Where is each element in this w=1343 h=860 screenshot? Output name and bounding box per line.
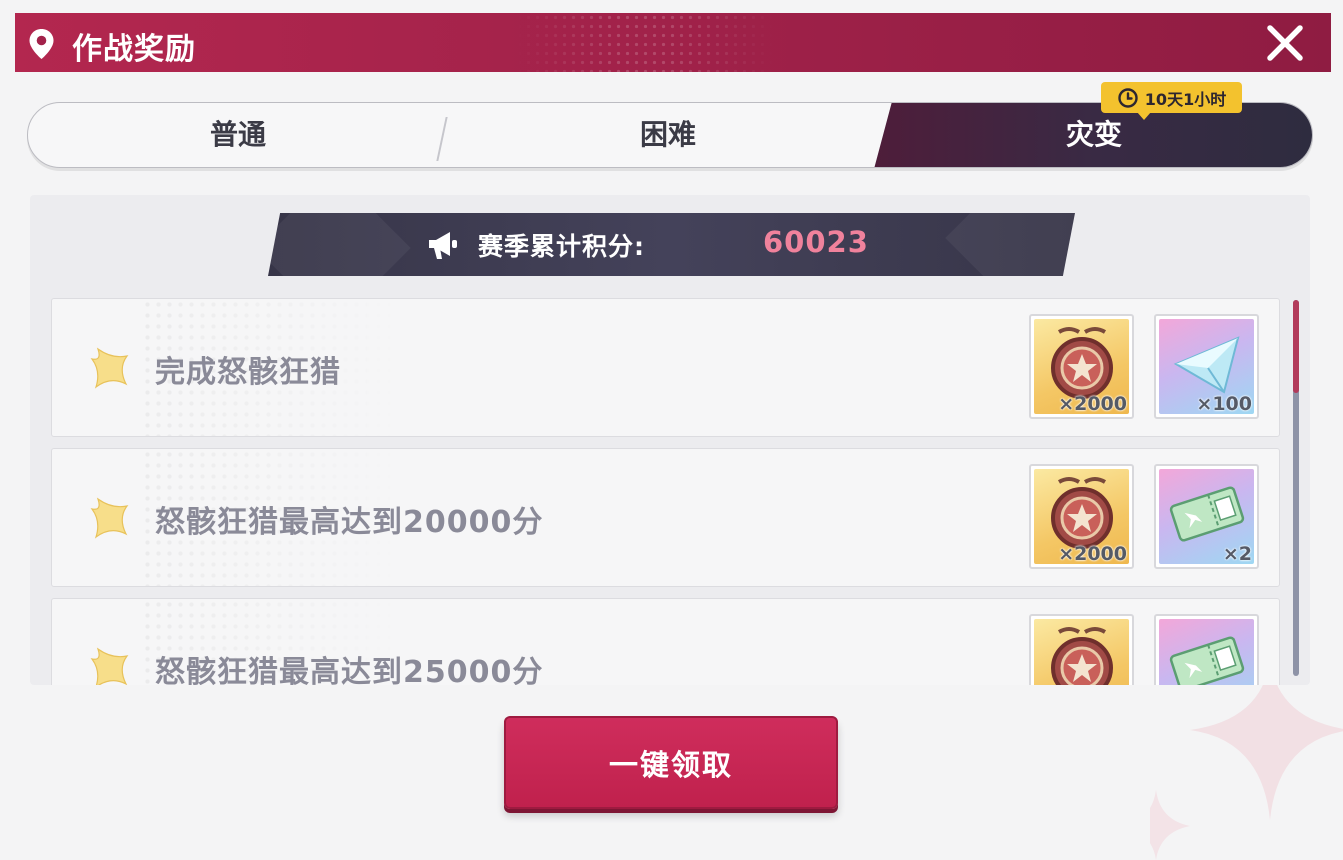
page-title: 作战奖励: [72, 32, 196, 67]
ticket-icon: [1169, 636, 1245, 685]
tab-hard[interactable]: 困难: [448, 103, 888, 167]
countdown-text: 10天1小时: [1144, 89, 1227, 109]
task-row: 怒骸狂猎最高达到20000分 ×2000 ×2: [51, 448, 1280, 587]
claim-all-button[interactable]: 一键领取: [504, 716, 838, 809]
reward-quantity: ×2000: [1058, 543, 1127, 565]
task-row: 怒骸狂猎最高达到25000分: [51, 598, 1280, 685]
header-pattern: [515, 13, 775, 72]
season-score-label: 赛季累计积分:: [478, 232, 645, 261]
banner-decoration: [268, 213, 411, 276]
task-list[interactable]: 完成怒骸狂猎 ×2000 ×100 怒骸狂猎最高达到20000分 ×2000 ×…: [51, 298, 1281, 685]
reward-item[interactable]: ×2: [1154, 464, 1259, 569]
star-icon: [90, 647, 129, 685]
reward-item[interactable]: [1029, 614, 1134, 685]
reward-item[interactable]: ×100: [1154, 314, 1259, 419]
task-row: 完成怒骸狂猎 ×2000 ×100: [51, 298, 1280, 437]
star-icon: [90, 347, 129, 389]
countdown-badge: 10天1小时: [1101, 82, 1242, 120]
megaphone-icon: [429, 232, 457, 259]
reward-quantity: ×100: [1196, 393, 1252, 415]
season-score-value: 60023: [763, 225, 869, 259]
title-bar: 作战奖励: [15, 13, 1331, 72]
location-pin-icon: [29, 29, 54, 59]
scrollbar-thumb[interactable]: [1293, 300, 1299, 393]
reward-item[interactable]: ×2000: [1029, 314, 1134, 419]
clock-icon: [1118, 87, 1138, 108]
medal-coin-icon: [1051, 327, 1113, 399]
reward-quantity: ×2: [1222, 543, 1252, 565]
star-icon: [90, 497, 129, 539]
crystal-icon: [1173, 336, 1240, 394]
reward-item[interactable]: ×2000: [1029, 464, 1134, 569]
reward-quantity: ×2000: [1058, 393, 1127, 415]
background-sparkle-icon: [1150, 660, 1343, 860]
season-score-banner: 赛季累计积分: 60023: [268, 213, 1075, 276]
banner-decoration: [945, 213, 1075, 276]
task-title: 完成怒骸狂猎: [155, 355, 341, 390]
task-title: 怒骸狂猎最高达到20000分: [155, 505, 544, 540]
medal-coin-icon: [1051, 627, 1113, 685]
medal-coin-icon: [1051, 477, 1113, 549]
ticket-icon: [1169, 486, 1245, 542]
tab-normal[interactable]: 普通: [28, 103, 448, 167]
reward-item[interactable]: [1154, 614, 1259, 685]
close-icon[interactable]: [1266, 24, 1304, 62]
task-title: 怒骸狂猎最高达到25000分: [155, 655, 544, 685]
tab-calamity[interactable]: 灾变: [874, 103, 1312, 167]
